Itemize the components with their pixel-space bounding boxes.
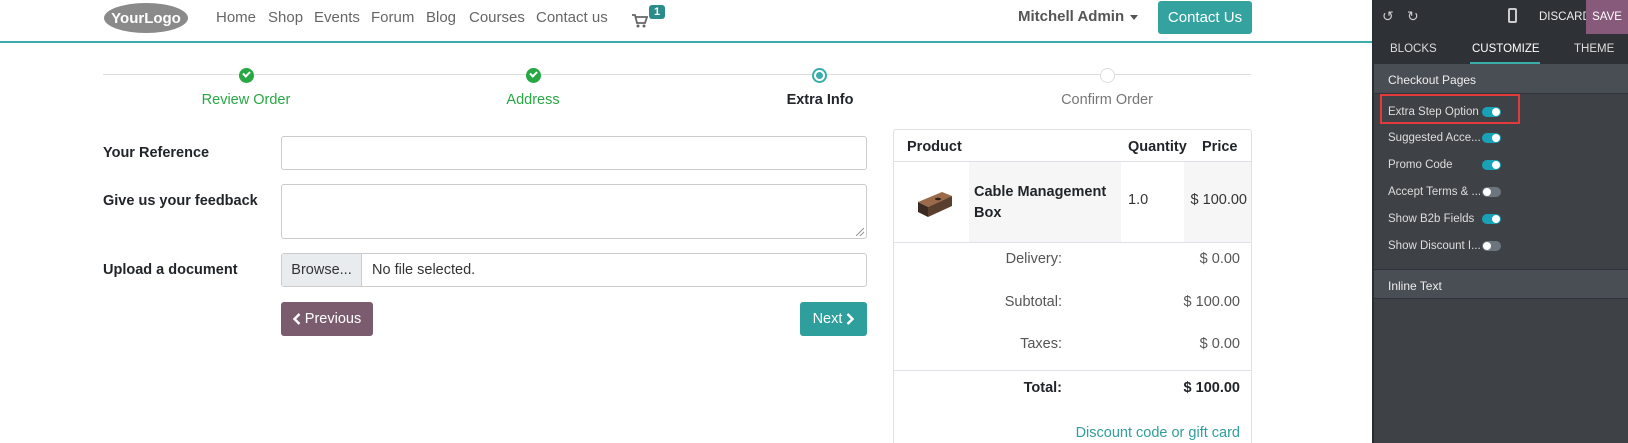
divider — [894, 242, 1251, 243]
taxes-label: Taxes: — [1020, 336, 1062, 352]
option-suggested-accessories-toggle[interactable] — [1482, 133, 1501, 143]
option-promo-code-label: Promo Code — [1388, 159, 1453, 171]
option-show-discount-label: Show Discount I... — [1388, 240, 1480, 252]
step-review-order-icon — [239, 68, 254, 83]
tab-customize[interactable]: CUSTOMIZE — [1472, 43, 1540, 55]
undo-icon[interactable]: ↺ — [1382, 8, 1398, 24]
save-button[interactable]: SAVE — [1586, 0, 1628, 34]
step-extra-info-icon — [812, 68, 827, 83]
redo-icon[interactable]: ↻ — [1407, 8, 1423, 24]
upload-label: Upload a document — [103, 262, 238, 278]
step-extra-info: Extra Info — [786, 92, 854, 108]
option-accept-terms-label: Accept Terms & ... — [1388, 186, 1480, 198]
step-address-icon — [526, 68, 541, 83]
delivery-label: Delivery: — [1005, 251, 1062, 267]
option-b2b-fields-label: Show B2b Fields — [1388, 213, 1475, 225]
chevron-left-icon — [292, 313, 301, 325]
chevron-right-icon — [847, 313, 855, 325]
website-editor-panel: ↺ ↻ DISCARD SAVE BLOCKS CUSTOMIZE THEME … — [1372, 0, 1628, 443]
feedback-label: Give us your feedback — [103, 193, 258, 209]
order-summary: Product Quantity Price Cable Management … — [893, 129, 1252, 443]
option-show-discount-toggle[interactable] — [1482, 241, 1501, 251]
product-price: $ 100.00 — [1190, 192, 1247, 208]
taxes-value: $ 0.00 — [1199, 336, 1240, 352]
step-confirm-order-icon — [1100, 68, 1115, 83]
product-name[interactable]: Cable Management Box — [974, 182, 1119, 224]
resize-handle-icon[interactable] — [856, 228, 864, 236]
caret-down-icon — [1130, 14, 1139, 20]
nav-link-contact[interactable]: Contact us — [536, 9, 608, 26]
cart-count-badge: 1 — [649, 5, 666, 19]
user-menu[interactable]: Mitchell Admin — [1018, 8, 1139, 25]
option-accept-terms-toggle[interactable] — [1482, 187, 1501, 197]
header-product: Product — [907, 139, 962, 155]
divider — [894, 370, 1251, 371]
progress-line — [103, 74, 1251, 75]
next-button[interactable]: Next — [800, 302, 867, 336]
step-address[interactable]: Address — [506, 92, 559, 108]
contact-us-button[interactable]: Contact Us — [1158, 1, 1252, 34]
website-page: YourLogo Home Shop Events Forum Blog Cou… — [0, 0, 1372, 443]
nav-link-events[interactable]: Events — [314, 9, 360, 26]
editor-tabs: BLOCKS CUSTOMIZE THEME — [1374, 34, 1628, 64]
tab-theme[interactable]: THEME — [1574, 43, 1614, 55]
step-confirm-order: Confirm Order — [1061, 92, 1153, 108]
section-checkout-pages[interactable]: Checkout Pages — [1374, 64, 1628, 94]
highlight-annotation — [1380, 94, 1520, 124]
nav-link-blog[interactable]: Blog — [426, 9, 456, 26]
discount-code-link[interactable]: Discount code or gift card — [1076, 425, 1240, 441]
browse-button[interactable]: Browse... — [282, 254, 362, 286]
nav-link-home[interactable]: Home — [216, 9, 256, 26]
total-value: $ 100.00 — [1183, 380, 1240, 396]
product-image[interactable] — [914, 184, 954, 218]
next-label: Next — [812, 311, 843, 327]
delivery-value: $ 0.00 — [1199, 251, 1240, 267]
feedback-textarea[interactable] — [281, 184, 867, 239]
reference-input[interactable] — [281, 136, 867, 170]
file-upload-input[interactable]: Browse... No file selected. — [281, 253, 867, 287]
header-price: Price — [1202, 139, 1238, 155]
product-quantity: 1.0 — [1128, 192, 1149, 208]
section-title: Inline Text — [1388, 279, 1442, 293]
cart-icon — [632, 14, 648, 28]
previous-label: Previous — [304, 311, 362, 327]
mobile-preview-icon[interactable] — [1508, 8, 1517, 23]
section-title: Checkout Pages — [1388, 73, 1477, 87]
step-review-order[interactable]: Review Order — [202, 92, 291, 108]
cart-button[interactable]: 1 — [632, 5, 672, 32]
site-logo[interactable]: YourLogo — [103, 2, 189, 34]
table-row: Cable Management Box 1.0 $ 100.00 — [894, 162, 1251, 242]
logo-text: YourLogo — [111, 10, 181, 27]
previous-button[interactable]: Previous — [281, 302, 373, 336]
reference-label: Your Reference — [103, 145, 210, 161]
nav-link-courses[interactable]: Courses — [469, 9, 525, 26]
tab-blocks[interactable]: BLOCKS — [1390, 43, 1437, 55]
file-status: No file selected. — [372, 262, 476, 278]
editor-toolbar: ↺ ↻ DISCARD SAVE — [1374, 0, 1628, 34]
subtotal-value: $ 100.00 — [1183, 294, 1240, 310]
option-b2b-fields-toggle[interactable] — [1482, 214, 1501, 224]
section-inline-text[interactable]: Inline Text — [1374, 269, 1628, 299]
navbar: YourLogo Home Shop Events Forum Blog Cou… — [0, 0, 1372, 43]
product-price-cell: $ 100.00 — [1184, 162, 1251, 242]
option-suggested-accessories-label: Suggested Acce... — [1388, 132, 1480, 144]
user-name: Mitchell Admin — [1018, 8, 1125, 25]
subtotal-label: Subtotal: — [1004, 294, 1062, 310]
nav-link-forum[interactable]: Forum — [371, 9, 414, 26]
nav-link-shop[interactable]: Shop — [268, 9, 303, 26]
option-promo-code-toggle[interactable] — [1482, 160, 1501, 170]
total-label: Total: — [1023, 380, 1062, 396]
header-quantity: Quantity — [1128, 139, 1187, 155]
